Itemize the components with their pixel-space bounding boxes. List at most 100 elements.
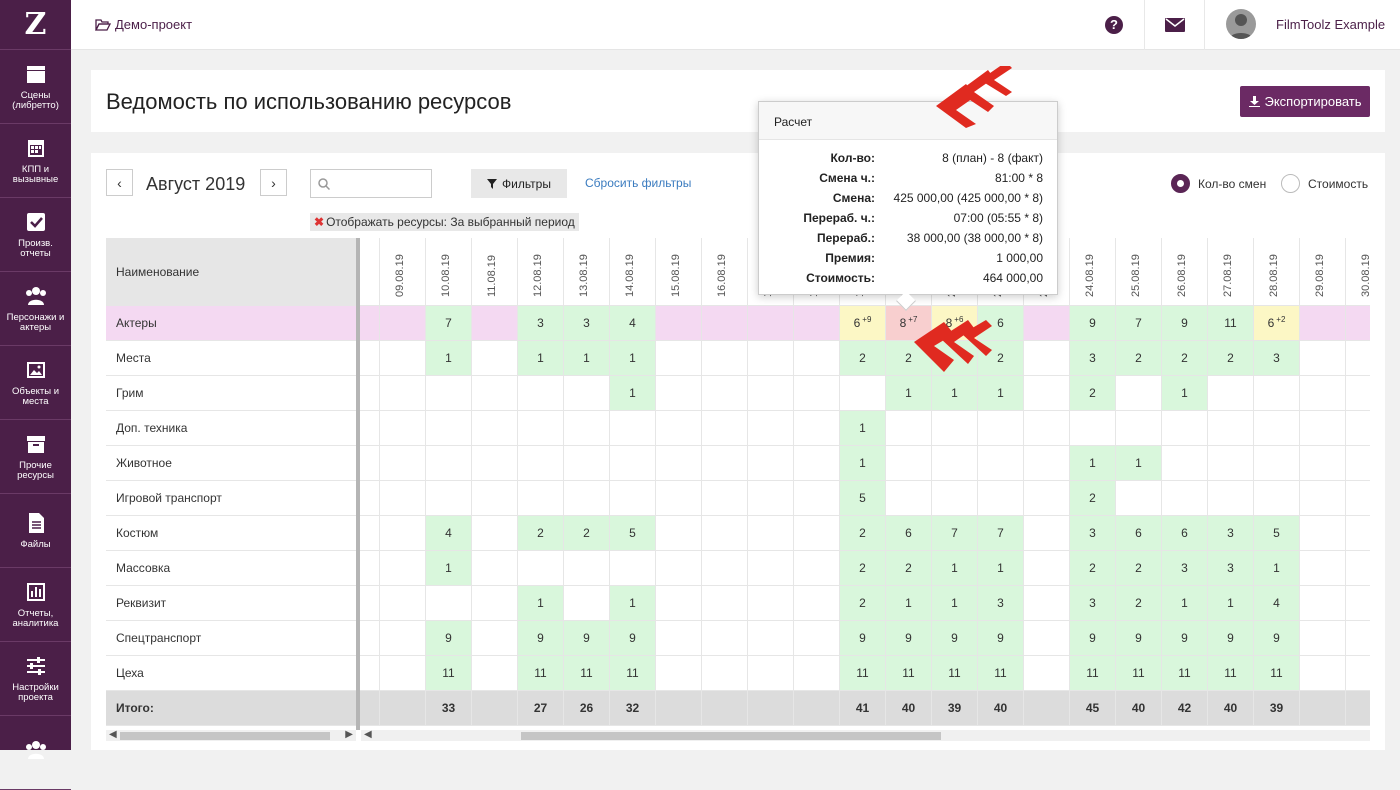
row-name[interactable]: Спецтранспорт bbox=[106, 621, 356, 656]
table-cell[interactable]: 9 bbox=[610, 621, 656, 655]
table-cell[interactable]: 3 bbox=[1070, 516, 1116, 550]
table-cell[interactable] bbox=[702, 341, 748, 375]
table-cell[interactable] bbox=[1208, 411, 1254, 445]
remove-tag-icon[interactable]: ✖ bbox=[314, 215, 324, 229]
table-cell[interactable]: 9 bbox=[1162, 306, 1208, 340]
table-cell[interactable] bbox=[886, 446, 932, 480]
table-cell[interactable] bbox=[748, 376, 794, 410]
table-cell[interactable] bbox=[1300, 411, 1346, 445]
table-cell[interactable]: 11 bbox=[886, 656, 932, 690]
table-cell[interactable] bbox=[748, 411, 794, 445]
table-cell[interactable]: 3 bbox=[1162, 551, 1208, 585]
table-cell[interactable]: 4 bbox=[426, 516, 472, 550]
table-cell[interactable] bbox=[426, 376, 472, 410]
table-cell[interactable]: 1 bbox=[518, 586, 564, 620]
table-cell[interactable]: 2 bbox=[1070, 551, 1116, 585]
table-cell[interactable] bbox=[702, 621, 748, 655]
table-cell[interactable]: 1 bbox=[610, 376, 656, 410]
table-cell[interactable] bbox=[518, 446, 564, 480]
table-cell[interactable]: 2 bbox=[886, 551, 932, 585]
table-cell[interactable] bbox=[794, 586, 840, 620]
table-cell[interactable] bbox=[380, 656, 426, 690]
table-cell[interactable]: 7 bbox=[932, 516, 978, 550]
table-cell[interactable] bbox=[1116, 376, 1162, 410]
table-cell[interactable] bbox=[380, 306, 426, 340]
table-cell[interactable] bbox=[748, 341, 794, 375]
sidebar-item-more[interactable] bbox=[0, 716, 71, 790]
table-cell[interactable] bbox=[564, 446, 610, 480]
table-cell[interactable]: 1 bbox=[932, 586, 978, 620]
table-cell[interactable] bbox=[1208, 446, 1254, 480]
radio-shifts[interactable] bbox=[1171, 174, 1190, 193]
table-cell[interactable] bbox=[656, 586, 702, 620]
table-cell[interactable]: 11 bbox=[1208, 306, 1254, 340]
table-cell[interactable]: 11 bbox=[840, 656, 886, 690]
table-cell[interactable] bbox=[518, 551, 564, 585]
table-cell[interactable] bbox=[1346, 411, 1370, 445]
table-cell[interactable] bbox=[1162, 411, 1208, 445]
table-cell[interactable] bbox=[1024, 306, 1070, 340]
filters-button[interactable]: Фильтры bbox=[471, 169, 567, 198]
table-cell[interactable]: 4 bbox=[610, 306, 656, 340]
next-month-button[interactable]: › bbox=[260, 169, 287, 196]
table-cell[interactable] bbox=[472, 341, 518, 375]
table-cell[interactable]: 1 bbox=[518, 341, 564, 375]
table-cell[interactable] bbox=[1162, 446, 1208, 480]
table-cell[interactable]: 1 bbox=[1070, 446, 1116, 480]
table-cell[interactable]: 11 bbox=[564, 656, 610, 690]
table-cell[interactable] bbox=[380, 411, 426, 445]
scroll-thumb[interactable] bbox=[120, 732, 330, 740]
row-name[interactable]: Костюм bbox=[106, 516, 356, 551]
sidebar-item-8[interactable]: Настройки проекта bbox=[0, 642, 71, 716]
table-cell[interactable] bbox=[794, 376, 840, 410]
table-cell[interactable] bbox=[886, 481, 932, 515]
table-cell[interactable] bbox=[426, 446, 472, 480]
table-cell[interactable] bbox=[932, 481, 978, 515]
table-cell[interactable]: 5 bbox=[840, 481, 886, 515]
table-cell[interactable] bbox=[1300, 586, 1346, 620]
help-icon[interactable]: ? bbox=[1105, 16, 1123, 34]
table-cell[interactable] bbox=[748, 446, 794, 480]
row-name[interactable]: Реквизит bbox=[106, 586, 356, 621]
username[interactable]: FilmToolz Example bbox=[1276, 17, 1385, 32]
table-cell[interactable] bbox=[472, 656, 518, 690]
table-cell[interactable] bbox=[610, 411, 656, 445]
table-cell[interactable] bbox=[472, 516, 518, 550]
table-cell[interactable] bbox=[656, 376, 702, 410]
radio-cost[interactable] bbox=[1281, 174, 1300, 193]
table-cell[interactable] bbox=[1162, 481, 1208, 515]
table-cell[interactable] bbox=[748, 621, 794, 655]
table-cell[interactable] bbox=[1346, 516, 1370, 550]
table-cell[interactable] bbox=[1254, 481, 1300, 515]
table-cell[interactable] bbox=[702, 481, 748, 515]
table-cell[interactable] bbox=[794, 411, 840, 445]
table-cell[interactable] bbox=[564, 411, 610, 445]
table-cell[interactable]: 5 bbox=[1254, 516, 1300, 550]
right-scrollbar[interactable]: ◀ bbox=[361, 729, 1370, 741]
table-cell[interactable] bbox=[932, 411, 978, 445]
search-input[interactable] bbox=[310, 169, 432, 198]
table-cell[interactable]: 1 bbox=[426, 341, 472, 375]
table-cell[interactable] bbox=[656, 306, 702, 340]
left-scrollbar[interactable]: ◀ ▶ bbox=[106, 729, 356, 741]
table-cell[interactable] bbox=[748, 306, 794, 340]
table-cell[interactable]: 3 bbox=[1070, 586, 1116, 620]
table-cell[interactable] bbox=[472, 306, 518, 340]
radio-shifts-label[interactable]: Кол-во смен bbox=[1198, 177, 1266, 191]
table-cell[interactable]: 1 bbox=[610, 586, 656, 620]
table-cell[interactable]: 2 bbox=[564, 516, 610, 550]
search-field[interactable] bbox=[335, 174, 427, 194]
table-cell[interactable]: 11 bbox=[1254, 656, 1300, 690]
table-cell[interactable] bbox=[656, 341, 702, 375]
table-cell[interactable] bbox=[1116, 481, 1162, 515]
row-name[interactable]: Грим bbox=[106, 376, 356, 411]
table-cell[interactable] bbox=[1300, 551, 1346, 585]
table-cell[interactable]: 11 bbox=[1116, 656, 1162, 690]
table-cell[interactable] bbox=[1300, 341, 1346, 375]
table-cell[interactable] bbox=[1024, 656, 1070, 690]
row-name[interactable]: Места bbox=[106, 341, 356, 376]
table-cell[interactable]: 1 bbox=[840, 411, 886, 445]
table-cell[interactable] bbox=[564, 481, 610, 515]
table-cell[interactable] bbox=[564, 551, 610, 585]
table-cell[interactable]: 9 bbox=[426, 621, 472, 655]
